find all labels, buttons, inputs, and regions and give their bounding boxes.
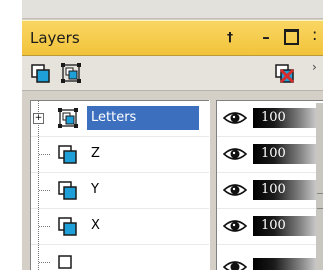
- layers-palette: Layers † – : › + Letters Z Y X 100 100 1…: [22, 0, 323, 270]
- new-layer-icon[interactable]: [30, 62, 52, 84]
- layer-row-partial[interactable]: [31, 245, 209, 270]
- opacity-slider[interactable]: [253, 258, 323, 270]
- palette-title: Layers: [30, 29, 80, 47]
- close-button[interactable]: :: [312, 25, 317, 44]
- tree-branch-line: [39, 262, 50, 263]
- layer-props-z: 100: [217, 137, 323, 173]
- layer-props-x: 100: [217, 209, 323, 245]
- layer-name[interactable]: Letters: [87, 106, 199, 130]
- toolbar-overflow-button[interactable]: ›: [312, 60, 317, 74]
- tree-branch-line: [39, 190, 50, 191]
- scrollbar-grip[interactable]: [317, 193, 323, 209]
- layer-name[interactable]: Y: [87, 178, 103, 202]
- layer-properties: 100 100 100 100: [216, 100, 323, 270]
- new-group-icon[interactable]: [60, 62, 82, 84]
- layer-row-x[interactable]: X: [31, 209, 209, 245]
- minimize-button[interactable]: –: [258, 27, 274, 47]
- layer-props-letters: 100: [217, 101, 323, 137]
- layer-row-y[interactable]: Y: [31, 173, 209, 209]
- layer-row-z[interactable]: Z: [31, 137, 209, 173]
- visibility-eye-icon[interactable]: [223, 259, 247, 270]
- layer-name[interactable]: Z: [87, 142, 104, 166]
- layer-props-partial: [217, 245, 323, 270]
- window-top-strip: [22, 0, 323, 19]
- layer-props-y: 100: [217, 173, 323, 209]
- tree-branch-line: [39, 154, 50, 155]
- visibility-eye-icon[interactable]: [223, 218, 247, 234]
- opacity-value[interactable]: 100: [253, 216, 323, 236]
- vector-layer-icon: [58, 255, 72, 269]
- layer-row-letters[interactable]: + Letters: [31, 101, 209, 137]
- visibility-eye-icon[interactable]: [223, 182, 247, 198]
- tree-branch-line: [39, 226, 50, 227]
- opacity-value[interactable]: 100: [253, 108, 323, 128]
- palette-titlebar[interactable]: Layers † – :: [22, 20, 323, 56]
- vector-layer-icon: [58, 145, 77, 164]
- pin-button[interactable]: †: [222, 27, 238, 47]
- opacity-value[interactable]: 100: [253, 180, 323, 200]
- vector-layer-icon: [58, 181, 77, 200]
- layer-tree: + Letters Z Y X: [30, 100, 210, 270]
- expand-button[interactable]: +: [33, 113, 44, 124]
- visibility-eye-icon[interactable]: [223, 146, 247, 162]
- visibility-eye-icon[interactable]: [223, 110, 247, 126]
- vector-layer-icon: [58, 217, 77, 236]
- layers-toolbar: ›: [22, 56, 323, 91]
- maximize-button[interactable]: [284, 29, 299, 45]
- group-layer-icon: [58, 108, 78, 128]
- layer-name[interactable]: X: [87, 214, 104, 238]
- delete-layer-icon[interactable]: [274, 62, 296, 84]
- opacity-value[interactable]: 100: [253, 144, 323, 164]
- vertical-scrollbar[interactable]: [316, 103, 323, 270]
